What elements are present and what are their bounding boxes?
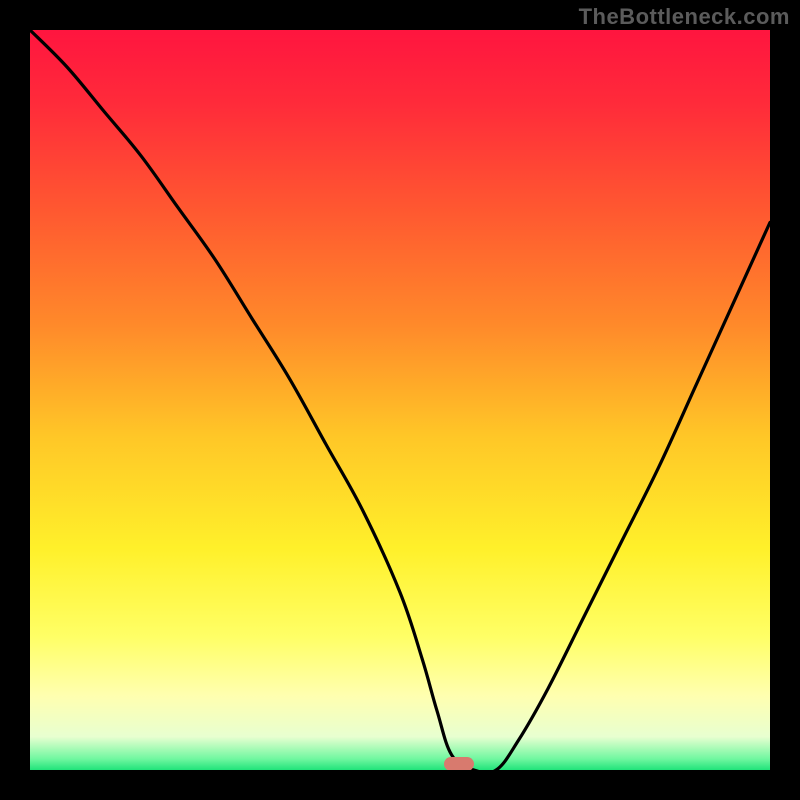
gradient-background [30,30,770,770]
optimum-marker [444,757,474,770]
chart-frame: TheBottleneck.com [0,0,800,800]
watermark-text: TheBottleneck.com [579,4,790,30]
plot-area [30,30,770,770]
plot-svg [30,30,770,770]
